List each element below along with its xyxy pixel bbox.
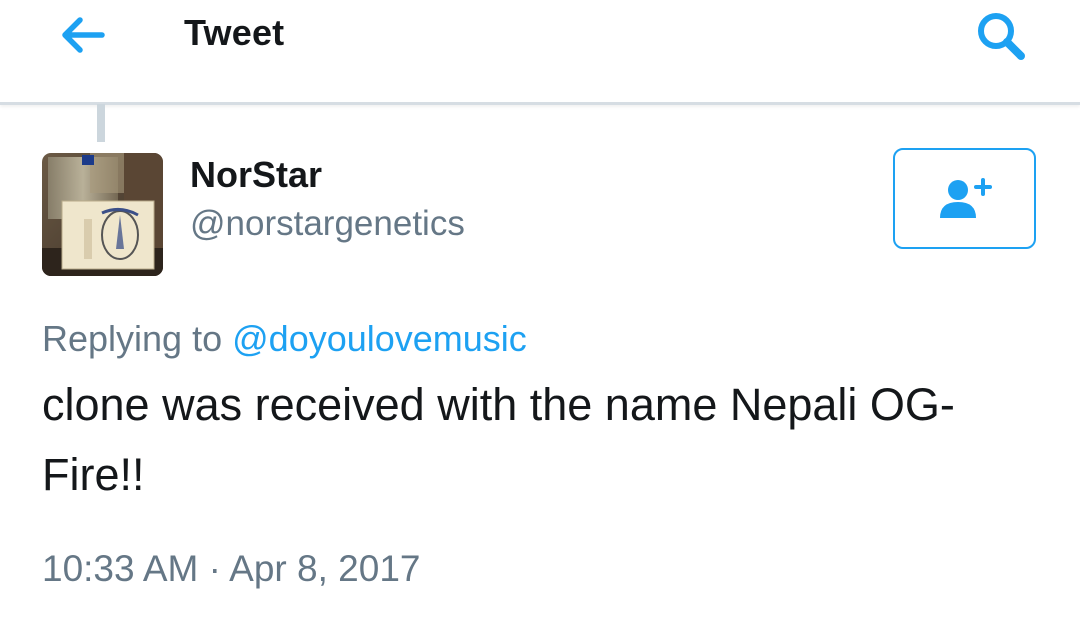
- search-button[interactable]: [968, 6, 1034, 66]
- search-icon: [978, 13, 1025, 60]
- page-title: Tweet: [184, 12, 285, 53]
- avatar-image: [42, 153, 163, 276]
- replying-to-label: Replying to: [42, 318, 223, 359]
- add-user-icon: [939, 177, 992, 218]
- thread-connector-line: [97, 104, 105, 142]
- replying-to-line: Replying to @doyoulovemusic: [42, 318, 527, 360]
- avatar[interactable]: [42, 153, 163, 276]
- tweet-timestamp: 10:33 AM · Apr 8, 2017: [42, 548, 421, 589]
- author-display-name[interactable]: NorStar: [190, 154, 322, 196]
- arrow-left-icon: [62, 17, 105, 53]
- top-app-bar: Tweet: [0, 0, 1080, 105]
- tweet-text: clone was received with the name Nepali …: [42, 379, 955, 500]
- tweet-detail-screen: Tweet NorStar @norstargenetics Replying …: [0, 0, 1080, 630]
- replying-to-handle-link[interactable]: @doyoulovemusic: [232, 318, 527, 359]
- follow-button[interactable]: [893, 148, 1036, 249]
- author-handle[interactable]: @norstargenetics: [190, 204, 465, 244]
- back-button[interactable]: [52, 10, 112, 60]
